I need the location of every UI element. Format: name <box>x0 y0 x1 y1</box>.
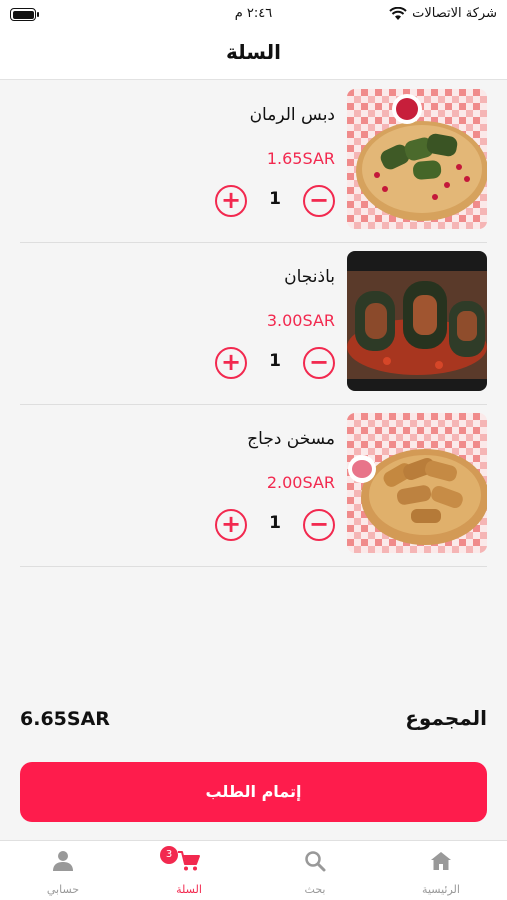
increase-quantity-button[interactable]: + <box>215 185 247 217</box>
cart-item: باذنجان 3.00SAR − 1 + <box>20 243 487 405</box>
tab-label: بحث <box>304 883 326 896</box>
tab-cart[interactable]: 3 السلة <box>126 841 252 900</box>
decrease-quantity-button[interactable]: − <box>303 509 335 541</box>
quantity-stepper: − 1 + <box>215 509 335 543</box>
product-image-eggplant[interactable] <box>347 251 487 391</box>
total-value: 6.65SAR <box>20 708 110 730</box>
bottom-tab-bar: الرئيسية بحث 3 السلة حسابي <box>0 840 507 900</box>
clock: ٢:٤٦ م <box>234 6 273 21</box>
product-name: مسخن دجاج <box>247 429 335 449</box>
quantity-value: 1 <box>269 189 281 209</box>
product-image-musakhan[interactable] <box>347 413 487 553</box>
cart-item: مسخن دجاج 2.00SAR − 1 + <box>20 405 487 567</box>
search-icon <box>305 851 326 872</box>
total-label: المجموع <box>405 706 487 730</box>
battery-icon <box>10 8 39 21</box>
quantity-value: 1 <box>269 513 281 533</box>
product-price: 3.00SAR <box>266 311 335 330</box>
quantity-stepper: − 1 + <box>215 347 335 381</box>
tab-search[interactable]: بحث <box>252 841 378 900</box>
product-price: 2.00SAR <box>266 473 335 492</box>
quantity-value: 1 <box>269 351 281 371</box>
page-header: السلة <box>0 30 507 80</box>
increase-quantity-button[interactable]: + <box>215 347 247 379</box>
product-name: دبس الرمان <box>249 105 335 125</box>
home-icon <box>431 852 451 870</box>
decrease-quantity-button[interactable]: − <box>303 185 335 217</box>
order-total: المجموع 6.65SAR <box>20 706 487 738</box>
cart-count-badge: 3 <box>160 846 178 864</box>
person-icon <box>53 851 73 871</box>
tab-home[interactable]: الرئيسية <box>378 841 504 900</box>
cart-item: دبس الرمان 1.65SAR − 1 + <box>20 81 487 243</box>
tab-account[interactable]: حسابي <box>0 841 126 900</box>
product-price: 1.65SAR <box>266 149 335 168</box>
quantity-stepper: − 1 + <box>215 185 335 219</box>
tab-label: الرئيسية <box>422 883 460 896</box>
status-bar: شركة الاتصالات ٢:٤٦ م <box>0 0 507 30</box>
decrease-quantity-button[interactable]: − <box>303 347 335 379</box>
tab-label: حسابي <box>46 883 80 896</box>
page-title: السلة <box>225 40 281 64</box>
product-name: باذنجان <box>284 267 335 287</box>
tab-label: السلة <box>176 883 202 896</box>
product-image-grape-leaves[interactable] <box>347 89 487 229</box>
cart-list: دبس الرمان 1.65SAR − 1 + باذنجان 3.00SAR… <box>20 81 487 567</box>
cart-icon <box>178 851 200 871</box>
checkout-button[interactable]: إتمام الطلب <box>20 762 487 822</box>
increase-quantity-button[interactable]: + <box>215 509 247 541</box>
